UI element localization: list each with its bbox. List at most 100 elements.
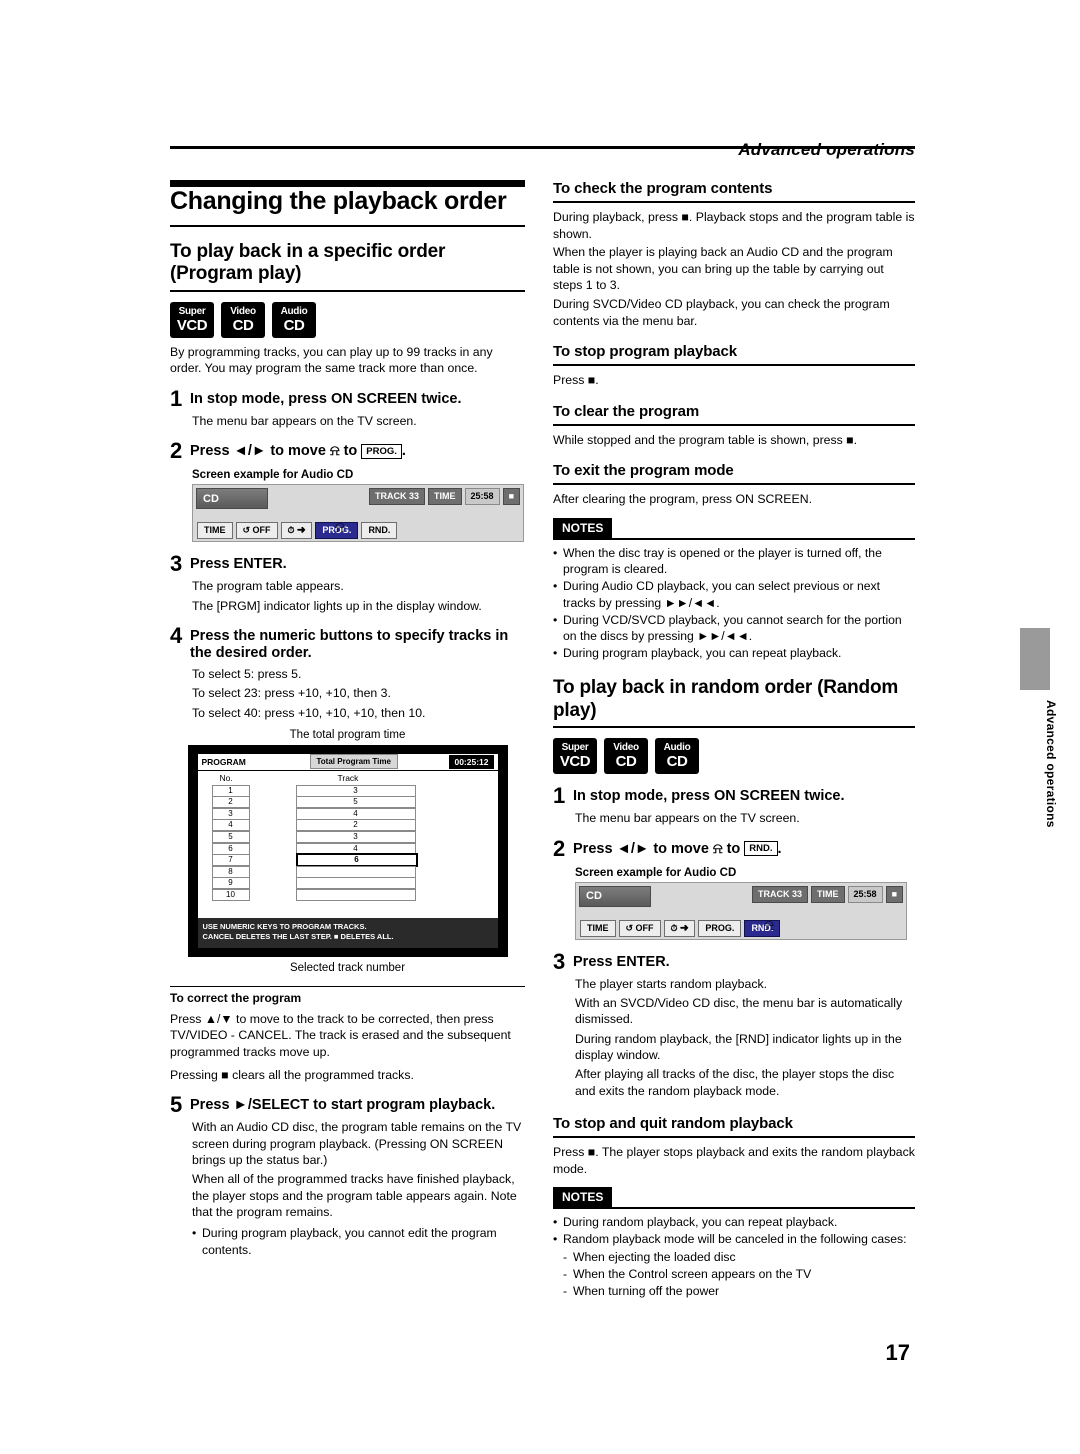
stop-random-heading: To stop and quit random playback [553, 1115, 793, 1133]
check-program-rule [553, 201, 915, 203]
logo-super-vcd: Super VCD [170, 301, 214, 338]
notes-list-1: When the disc tray is opened or the play… [553, 545, 915, 662]
check-program-line-3: During SVCD/Video CD playback, you can c… [553, 296, 890, 328]
osd-menu-bar-random: CD TRACK 33 TIME 25:58 ■ TIME ↺ OFF ⏱ ➜ … [575, 881, 907, 940]
logo-line1: Video [230, 305, 256, 317]
page-title: Changing the playback order [170, 187, 507, 215]
row-track: 3 [295, 831, 416, 844]
exit-program-line: After clearing the program, press ON SCR… [553, 492, 813, 507]
program-table-screen: PROGRAM Total Program Time 00:25:12 No. … [187, 744, 508, 957]
section-rule-bottom [170, 225, 525, 227]
random-step-2-to-label: to [726, 840, 741, 857]
logo-line2: CD [615, 753, 637, 771]
clear-program-line: While stopped and the program table is s… [553, 432, 858, 447]
note-sub-item: When turning off the power [553, 1283, 915, 1299]
random-play-rule [553, 726, 915, 729]
step-2-period: . [401, 443, 406, 460]
step-4-title: Press the numeric buttons to specify tra… [190, 628, 509, 662]
correct-program-line-1: Press ▲/▼ to move to the track to be cor… [170, 1011, 511, 1060]
osd-chip-stop-icon: ■ [885, 885, 903, 903]
row-track [295, 877, 416, 890]
osd-button-time[interactable]: TIME [580, 919, 616, 937]
rnd-key-box: RND. [744, 841, 778, 857]
random-step-1-title: In stop mode, press ON SCREEN twice. [573, 788, 845, 805]
step-4-body-line-1: To select 5: press 5. [192, 666, 302, 681]
osd-button-prog[interactable]: PROG. [698, 919, 742, 937]
step-4-body-line-2: To select 23: press +10, +10, then 3. [192, 686, 391, 701]
left-column: Changing the playback order To play back… [170, 180, 525, 1259]
logo-video-cd: Video CD [604, 738, 648, 775]
osd-chip-stop-icon: ■ [502, 488, 520, 506]
logo-line2: CD [283, 316, 305, 334]
row-track [295, 888, 416, 901]
osd-chip-time-value: 25:58 [847, 885, 883, 903]
disc-logos-random: Super VCD Video CD Audio CD [553, 738, 915, 775]
random-step-2-period: . [777, 840, 782, 857]
row-track: 3 [295, 784, 416, 797]
check-program-line-1: During playback, press ■. Playback stops… [553, 210, 915, 241]
left-right-arrow-icon: ◄/► [233, 443, 267, 460]
osd-chip-time-value: 25:58 [464, 488, 500, 506]
table-row: 42 [198, 819, 498, 832]
osd-button-repeat-off[interactable]: ↺ OFF [618, 919, 661, 937]
section-rule-top [170, 180, 525, 187]
logo-line2: CD [666, 753, 688, 771]
table-row: 25 [198, 796, 498, 809]
step-5-body-line-1: With an Audio CD disc, the program table… [192, 1120, 522, 1167]
random-step-3-body-line-2: With an SVCD/Video CD disc, the menu bar… [575, 995, 903, 1027]
exit-program-heading: To exit the program mode [553, 462, 734, 480]
program-table-figure: The total program time PROGRAM Total Pro… [170, 729, 525, 974]
table-row: 53 [198, 831, 498, 844]
logo-audio-cd: Audio CD [272, 301, 316, 338]
step-1: 1 In stop mode, press ON SCREEN twice. [170, 388, 525, 410]
row-index: 4 [211, 819, 250, 832]
note-item: During program playback, you can repeat … [553, 645, 915, 661]
osd-button-time-search[interactable]: ⏱ ➜ [663, 919, 696, 937]
clear-program-rule [553, 423, 915, 426]
osd-button-time[interactable]: TIME [197, 522, 233, 540]
notes-rule-1 [553, 537, 915, 540]
program-play-heading: To play back in a specific order (Progra… [170, 241, 446, 285]
random-step-1-number: 1 [553, 783, 566, 809]
stop-program-heading: To stop program playback [553, 343, 738, 361]
random-step-2-title: Press ◄/► to move ⍾ to RND.. [573, 838, 782, 860]
osd-button-row: TIME ↺ OFF ⏱ ➜ PROG. RND. [576, 919, 781, 937]
osd-chip-time-label: TIME [811, 885, 845, 903]
row-index: 10 [211, 888, 250, 901]
step-4-number: 4 [170, 623, 183, 649]
osd-button-repeat-off[interactable]: ↺ OFF [235, 522, 278, 540]
step-5-title: Press ►/SELECT to start program playback… [190, 1097, 496, 1114]
random-play-heading: To play back in random order (Random pla… [553, 677, 899, 721]
step-5-number: 5 [170, 1092, 183, 1118]
step-1-body-line: The menu bar appears on the TV screen. [192, 414, 417, 428]
random-step-1-body: The menu bar appears on the TV screen. [575, 810, 915, 826]
logo-super-vcd: Super VCD [553, 738, 597, 775]
row-index: 6 [211, 842, 250, 855]
step-2-to-label: to [343, 443, 358, 460]
step-2: 2 Press ◄/► to move ⍾ to PROG.. [170, 440, 525, 462]
program-play-rule [170, 289, 525, 292]
random-step-3-title: Press ENTER. [573, 953, 670, 970]
osd-button-rnd[interactable]: RND. [361, 522, 398, 540]
notes-rule-2 [553, 1207, 915, 1210]
step-5-body-line-2: When all of the programmed tracks have f… [192, 1172, 517, 1219]
osd-caption-random: Screen example for Audio CD [575, 866, 737, 879]
row-index: 3 [211, 807, 250, 820]
random-step-3-number: 3 [553, 948, 566, 974]
random-step-3-body-line-3: During random playback, the [RND] indica… [575, 1031, 902, 1062]
notes-list-2: During random playback, you can repeat p… [553, 1214, 915, 1299]
osd-button-rnd[interactable]: RND. [744, 919, 781, 937]
stop-random-line: Press ■. The player stops playback and e… [553, 1145, 915, 1176]
side-tab-label: Advanced operations [1044, 700, 1058, 828]
step-4-body: To select 5: press 5. To select 23: pres… [192, 666, 525, 721]
row-index: 1 [211, 784, 250, 797]
cursor-hand-icon: ⍾ [329, 443, 340, 460]
osd-top-row: CD TRACK 33 TIME 25:58 ■ [193, 485, 523, 511]
step-5: 5 Press ►/SELECT to start program playba… [170, 1094, 525, 1116]
osd-button-time-search[interactable]: ⏱ ➜ [280, 522, 313, 540]
hint-line-2: CANCEL DELETES THE LAST STEP. ■ DELETES … [202, 931, 394, 941]
hint-line-1: USE NUMERIC KEYS TO PROGRAM TRACKS. [202, 921, 367, 931]
step-4-body-line-3: To select 40: press +10, +10, +10, then … [192, 705, 426, 720]
step-5-body: With an Audio CD disc, the program table… [192, 1119, 525, 1258]
random-step-2-move-label: to move [653, 840, 709, 857]
